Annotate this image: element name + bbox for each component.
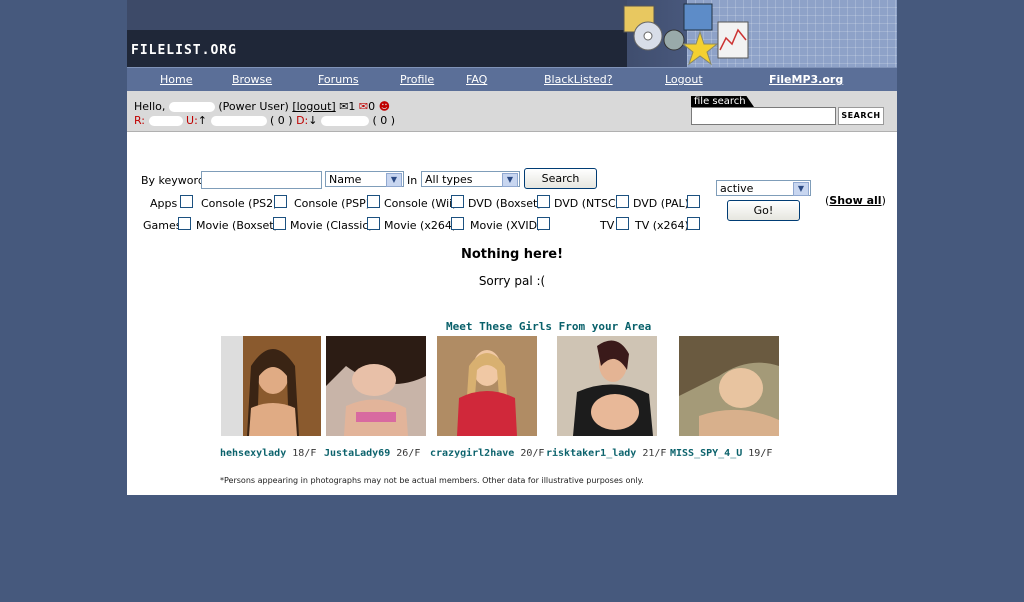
field-select[interactable]: Name ▼: [325, 171, 404, 187]
category-checkbox[interactable]: [274, 195, 287, 208]
nav-forums[interactable]: Forums: [318, 73, 359, 86]
nav-profile[interactable]: Profile: [400, 73, 434, 86]
nav-home[interactable]: Home: [160, 73, 192, 86]
category-checkbox[interactable]: [687, 217, 700, 230]
ratio-label: R:: [134, 114, 146, 127]
chevron-down-icon: ▼: [386, 173, 402, 187]
chevron-down-icon: ▼: [502, 173, 518, 187]
category-label: Console (Wii): [384, 197, 457, 210]
category-checkbox[interactable]: [616, 195, 629, 208]
category-label: DVD (Boxset): [468, 197, 542, 210]
upload-arrow-icon: ↑: [197, 114, 207, 127]
file-search-button[interactable]: SEARCH: [838, 107, 884, 125]
inbox-count: 1: [348, 100, 356, 113]
category-checkbox[interactable]: [687, 195, 700, 208]
nav-browse[interactable]: Browse: [232, 73, 272, 86]
outbox-count: 0: [368, 100, 376, 113]
category-label: TV: [600, 219, 615, 232]
upload-label: U:: [186, 114, 198, 127]
ad-photo[interactable]: [326, 336, 426, 436]
category-label: Movie (Boxset): [196, 219, 278, 232]
user-role: (Power User): [218, 100, 289, 113]
ad-title[interactable]: Meet These Girls From your Area: [446, 320, 651, 333]
category-checkbox[interactable]: [537, 217, 550, 230]
main-nav: Home Browse Forums Profile FAQ BlackList…: [127, 67, 897, 92]
category-checkbox[interactable]: [273, 217, 286, 230]
nav-filemp3[interactable]: FileMP3.org: [769, 73, 843, 86]
category-checkbox[interactable]: [178, 217, 191, 230]
site-banner: FILELIST.ORG: [127, 0, 897, 67]
ad-photo[interactable]: [221, 336, 321, 436]
logout-link[interactable]: [logout]: [292, 100, 335, 113]
category-checkbox[interactable]: [451, 195, 464, 208]
redaction-smear: [227, 458, 757, 478]
outbox-icon[interactable]: ✉: [359, 100, 368, 113]
ad-photo[interactable]: [557, 336, 657, 436]
site-logo[interactable]: FILELIST.ORG: [131, 43, 237, 58]
category-label: Apps: [150, 197, 178, 210]
search-button[interactable]: Search: [524, 168, 597, 189]
category-label: Movie (x264): [384, 219, 457, 232]
category-label: Games: [143, 219, 182, 232]
category-checkbox[interactable]: [367, 217, 380, 230]
keyword-label: By keyword: [141, 174, 205, 187]
banner-icons: [623, 3, 749, 66]
results-message: Sorry pal :(: [478, 274, 546, 288]
download-count: ( 0 ): [372, 114, 396, 127]
keyword-input[interactable]: [201, 171, 322, 189]
status-select[interactable]: active ▼: [716, 180, 811, 196]
ad-photo[interactable]: [437, 336, 537, 436]
nav-blacklisted[interactable]: BlackListed?: [544, 73, 613, 86]
type-select[interactable]: All types ▼: [421, 171, 520, 187]
ad-disclaimer: *Persons appearing in photographs may no…: [220, 476, 644, 485]
nav-faq[interactable]: FAQ: [466, 73, 487, 86]
ad-photo[interactable]: [679, 336, 779, 436]
upload-count: ( 0 ): [270, 114, 293, 127]
category-checkbox[interactable]: [367, 195, 380, 208]
results-heading: Nothing here!: [460, 247, 564, 262]
page-container: FILELIST.ORG Home Browse Forums Profile …: [127, 0, 897, 495]
category-label: Console (PS2): [201, 197, 278, 210]
category-checkbox[interactable]: [616, 217, 629, 230]
show-all-link[interactable]: (Show all): [825, 194, 886, 207]
username-redacted: [168, 102, 215, 112]
chevron-down-icon: ▼: [793, 182, 809, 196]
category-label: TV (x264): [635, 219, 689, 232]
category-label: DVD (NTSC): [554, 197, 620, 210]
category-checkbox[interactable]: [180, 195, 193, 208]
user-settings-icon[interactable]: ☻: [379, 100, 390, 113]
file-search-input[interactable]: [691, 107, 836, 125]
user-bar: Hello, (Power User) [logout] ✉1 ✉0 ☻ R: …: [127, 91, 897, 132]
in-label: In: [407, 174, 418, 187]
category-label: DVD (PAL): [633, 197, 689, 210]
user-greeting: Hello, (Power User) [logout] ✉1 ✉0 ☻: [134, 100, 391, 113]
category-label: Movie (XVID): [470, 219, 542, 232]
go-button[interactable]: Go!: [727, 200, 800, 221]
category-label: Movie (Classic): [290, 219, 373, 232]
category-checkbox[interactable]: [537, 195, 550, 208]
category-label: Console (PSP): [294, 197, 370, 210]
download-label: D:: [296, 114, 309, 127]
user-stats: R: U:↑ ( 0 ) D:↓ ( 0 ): [134, 114, 395, 127]
file-search-label: file search: [691, 96, 754, 107]
category-checkbox[interactable]: [451, 217, 464, 230]
nav-logout[interactable]: Logout: [665, 73, 703, 86]
download-arrow-icon: ↓: [308, 114, 318, 127]
